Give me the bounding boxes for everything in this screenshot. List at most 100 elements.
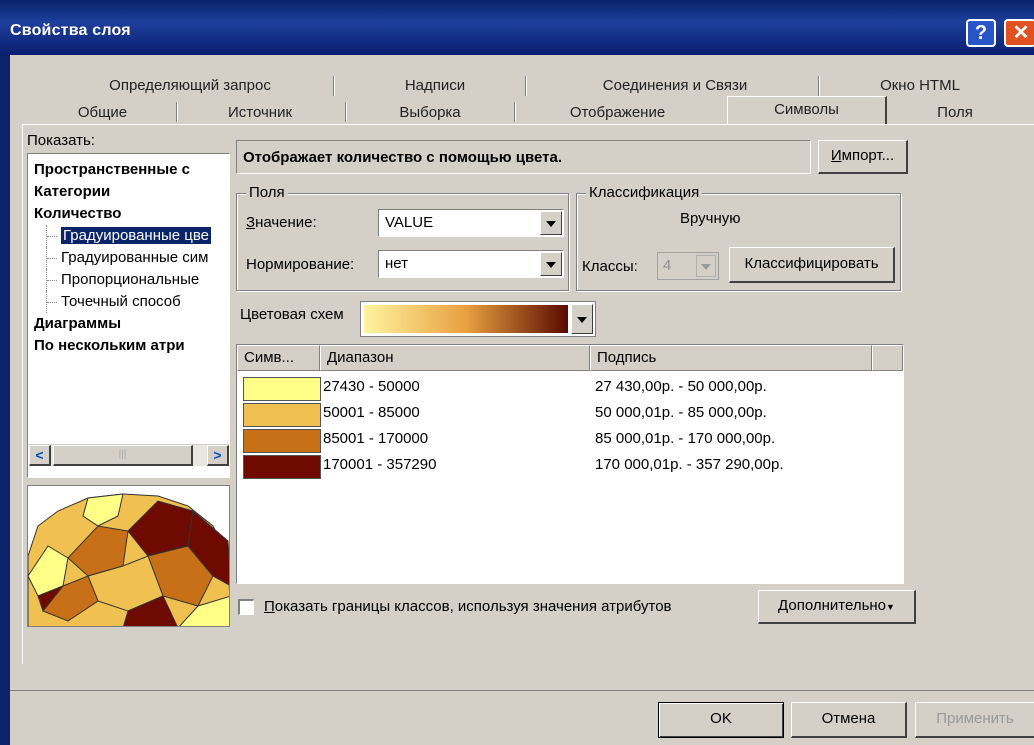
tree-connector [46,269,61,291]
africa-map-image [28,486,229,626]
class-label[interactable]: 170 000,01р. - 357 290,00р. [595,453,784,477]
class-color-swatch[interactable] [243,455,321,479]
tree-item-label: Пропорциональные [61,271,200,288]
classes-dropdown-arrow[interactable] [696,255,716,277]
show-bounds-label[interactable]: Показать границы классов, используя знач… [264,598,672,615]
tree-item[interactable]: Категории [28,181,229,203]
tab-display[interactable]: Отображение [525,102,710,124]
tree-item[interactable]: Градуированные сим [28,247,229,269]
color-scheme-label: Цветовая схем [240,306,344,323]
tree-connector [46,225,61,247]
apply-button[interactable]: Применить [915,702,1034,738]
column-header-label[interactable]: Подпись [590,345,872,371]
show-bounds-checkbox[interactable] [238,599,254,615]
class-color-swatch[interactable] [243,403,321,427]
class-range[interactable]: 50001 - 85000 [323,401,420,425]
tab-selection[interactable]: Выборка [355,102,505,124]
classification-method: Вручную [680,210,741,227]
cancel-button[interactable]: Отмена [791,702,907,738]
class-label[interactable]: 27 430,00р. - 50 000,00р. [595,375,767,399]
tab-separator [345,102,347,122]
tree-connector [46,291,61,313]
value-label: Значение: [246,214,317,231]
preview-map [27,485,230,627]
title-bar [0,0,1034,55]
tree-item[interactable]: По нескольким атри [28,335,229,357]
tree-connector [46,247,61,269]
normalize-label: Нормирование: [246,256,355,273]
fields-group-label: Поля [246,184,288,201]
class-color-swatch[interactable] [243,377,321,401]
scroll-left-button[interactable]: < [29,445,51,466]
import-button[interactable]: Импорт... [818,140,908,174]
tab-labels[interactable]: Надписи [370,75,500,97]
scroll-right-button[interactable]: > [207,445,229,466]
advanced-button[interactable]: Дополнительно▼ [758,590,916,624]
tab-general[interactable]: Общие [40,102,165,124]
tree-item[interactable]: Градуированные цве [28,225,229,247]
help-button[interactable]: ? [966,19,996,47]
column-header-symbol[interactable]: Симв... [237,345,320,371]
tab-joins-relates[interactable]: Соединения и Связи [560,75,790,97]
scroll-thumb[interactable]: ||| [53,445,193,466]
value-field-select[interactable]: VALUE [378,209,564,237]
chevron-down-icon [546,262,556,268]
tab-separator [333,76,335,96]
window-title: Свойства слоя [10,22,131,39]
tree-item-label: Точечный способ [61,293,181,310]
classify-button[interactable]: Классифицировать [729,247,895,283]
tree-item[interactable]: Количество [28,203,229,225]
tab-separator [176,102,178,122]
renderer-tree[interactable]: Пространственные с Категории Количество Гра… [27,153,230,478]
tree-hscrollbar[interactable]: < ||| > [29,444,229,466]
class-range[interactable]: 27430 - 50000 [323,375,420,399]
chevron-down-icon [701,264,711,270]
class-label[interactable]: 50 000,01р. - 85 000,00р. [595,401,767,425]
show-label: Показать: [27,132,95,149]
tree-item[interactable]: Точечный способ [28,291,229,313]
classes-value: 4 [663,257,672,274]
value-field-text: VALUE [385,214,434,231]
chevron-down-icon [546,221,556,227]
class-range[interactable]: 85001 - 170000 [323,427,428,451]
table-row[interactable]: 27430 - 50000 27 430,00р. - 50 000,00р. [237,375,903,401]
classification-group-label: Классификация [586,184,703,201]
renderer-description: Отображает количество с помощью цвета. [236,140,811,174]
class-range[interactable]: 170001 - 357290 [323,453,436,477]
tree-item-label: Градуированные цве [61,227,212,244]
column-header-range[interactable]: Диапазон [320,345,590,371]
tab-source[interactable]: Источник [185,102,335,124]
chevron-down-icon [577,317,587,323]
normalize-dropdown-arrow[interactable] [540,252,562,276]
close-button[interactable]: ✕ [1004,19,1034,47]
class-label[interactable]: 85 000,01р. - 170 000,00р. [595,427,775,451]
table-row[interactable]: 50001 - 85000 50 000,01р. - 85 000,00р. [237,401,903,427]
window-left-edge [0,55,10,745]
tab-separator [818,76,820,96]
tab-separator [514,102,516,122]
classes-label: Классы: [582,258,638,275]
tree-item[interactable]: Диаграммы [28,313,229,335]
tab-symbology[interactable]: Символы [727,96,887,124]
color-ramp-dropdown-arrow[interactable] [571,304,593,334]
table-row[interactable]: 85001 - 170000 85 000,01р. - 170 000,00р. [237,427,903,453]
footer-divider [10,690,1034,691]
column-header-filler [872,345,903,371]
class-color-swatch[interactable] [243,429,321,453]
ok-button[interactable]: OK [658,702,784,738]
normalize-field-select[interactable]: нет [378,250,564,278]
tree-item[interactable]: Пространственные с [28,159,229,181]
tree-item-label: Градуированные сим [61,249,209,266]
tree-item[interactable]: Пропорциональные [28,269,229,291]
classes-table[interactable]: Симв... Диапазон Подпись 27430 - 50000 27… [236,344,904,584]
normalize-field-text: нет [385,255,408,272]
value-dropdown-arrow[interactable] [540,211,562,235]
chevron-down-icon: ▼ [886,602,895,612]
table-row[interactable]: 170001 - 357290 170 000,01р. - 357 290,00… [237,453,903,479]
color-ramp-select[interactable] [360,301,596,337]
tab-separator [525,76,527,96]
tab-definition-query[interactable]: Определяющий запрос [60,75,320,97]
color-ramp-preview [364,305,568,333]
tab-html-popup[interactable]: Окно HTML [860,75,980,97]
tab-fields[interactable]: Поля [895,102,1015,124]
